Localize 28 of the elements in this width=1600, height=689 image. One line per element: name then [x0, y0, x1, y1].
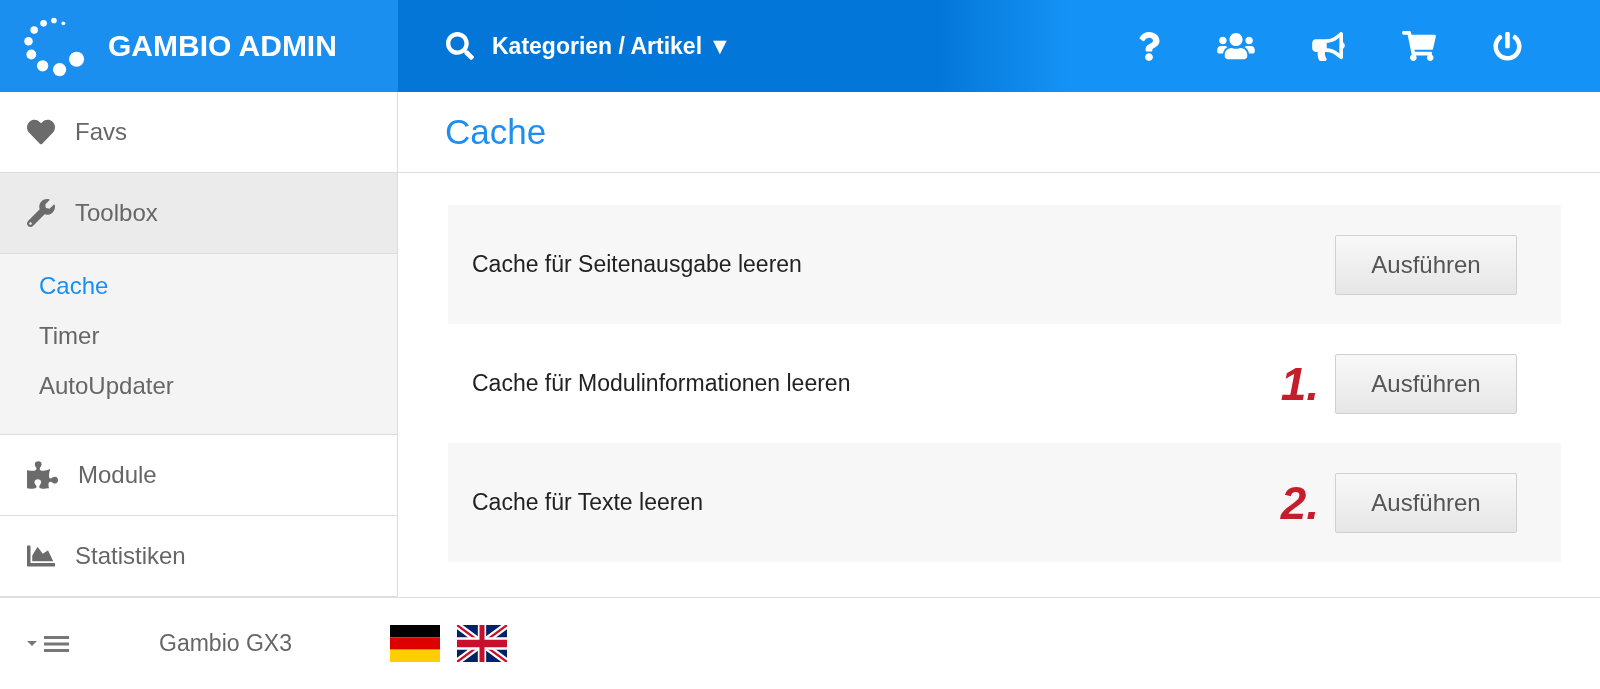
- execute-button[interactable]: Ausführen: [1335, 234, 1517, 295]
- puzzle-piece-icon: [27, 461, 58, 489]
- version-label: Gambio GX3: [159, 630, 292, 657]
- users-icon[interactable]: [1217, 31, 1255, 61]
- heart-icon: [27, 118, 55, 146]
- action-label: Cache für Modulinformationen leeren: [472, 370, 852, 397]
- power-icon[interactable]: [1493, 31, 1522, 61]
- united-kingdom-flag-icon[interactable]: [457, 625, 507, 662]
- step-number: 2.: [1280, 479, 1319, 526]
- execute-button[interactable]: Ausführen: [1335, 353, 1517, 414]
- app-title: GAMBIO ADMIN: [108, 29, 337, 63]
- page-title: Cache: [445, 112, 547, 152]
- help-icon[interactable]: [1138, 31, 1160, 61]
- germany-flag-icon[interactable]: [390, 625, 440, 662]
- action-label: Cache für Texte leeren: [472, 489, 704, 516]
- execute-button[interactable]: Ausführen: [1335, 472, 1517, 533]
- submenu-item[interactable]: AutoUpdater: [0, 361, 397, 411]
- wrench-icon: [27, 199, 55, 227]
- action-label: Cache für Seitenausgabe leeren: [472, 251, 803, 278]
- step-number: 1.: [1280, 360, 1319, 407]
- cart-icon[interactable]: [1402, 31, 1436, 61]
- menu-toggle-icon[interactable]: [27, 634, 69, 653]
- megaphone-icon[interactable]: [1312, 31, 1345, 61]
- submenu-item[interactable]: Timer: [0, 311, 397, 361]
- submenu-item[interactable]: Cache: [0, 261, 397, 311]
- category-search-dropdown[interactable]: Kategorien / Artikel ▼: [446, 32, 732, 60]
- sidebar-item[interactable]: Toolbox: [0, 173, 397, 254]
- search-icon: [446, 32, 474, 60]
